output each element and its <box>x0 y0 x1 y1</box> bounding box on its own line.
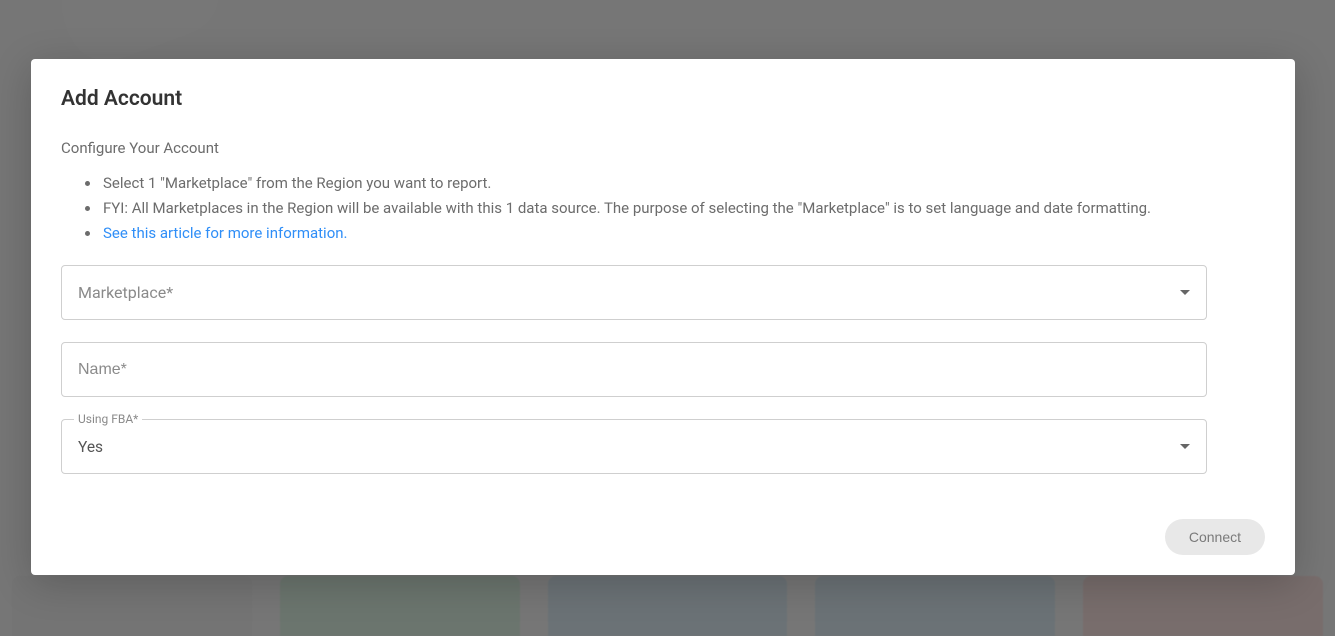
modal-subtitle: Configure Your Account <box>61 139 1265 157</box>
add-account-modal: Add Account Configure Your Account Selec… <box>31 59 1295 575</box>
instruction-list: Select 1 "Marketplace" from the Region y… <box>101 171 1265 245</box>
instruction-item: Select 1 "Marketplace" from the Region y… <box>101 171 1265 196</box>
instruction-item: See this article for more information. <box>101 221 1265 246</box>
marketplace-select[interactable]: Marketplace* <box>61 265 1207 320</box>
modal-title: Add Account <box>61 87 1265 111</box>
instruction-item: FYI: All Marketplaces in the Region will… <box>101 196 1265 221</box>
using-fba-value: Yes <box>78 438 1180 456</box>
more-info-link[interactable]: See this article for more information. <box>103 224 348 242</box>
marketplace-label: Marketplace* <box>78 283 1180 302</box>
connect-button[interactable]: Connect <box>1165 519 1265 555</box>
chevron-down-icon <box>1180 290 1190 295</box>
using-fba-select[interactable]: Using FBA* Yes <box>61 419 1207 474</box>
chevron-down-icon <box>1180 444 1190 449</box>
name-field-wrapper[interactable] <box>61 342 1207 397</box>
name-input[interactable] <box>78 361 1190 379</box>
using-fba-float-label: Using FBA* <box>74 412 142 426</box>
